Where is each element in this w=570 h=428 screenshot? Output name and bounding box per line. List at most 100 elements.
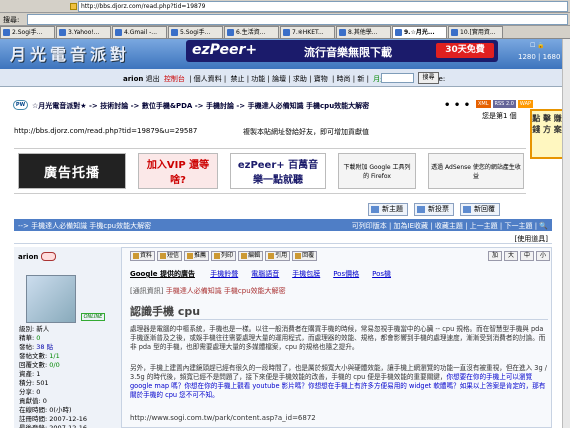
google-ad-link[interactable]: 手機鈴聲 xyxy=(210,270,238,278)
banner-brand: ezPeer+ xyxy=(192,42,258,58)
feed-badges: XML RSS 2.0 WAP xyxy=(476,100,534,108)
thread-url-hint: 複製本貼網址發給好友，即可增加貢獻值 xyxy=(243,128,369,136)
author-stat-value: 0 xyxy=(42,397,47,405)
author-stat: 最後登錄: 2007-12-16 xyxy=(19,424,87,428)
browser-tab[interactable]: 7.※HKET... xyxy=(280,26,335,38)
author-stat-label: 註冊時間: xyxy=(19,415,48,423)
browser-tab[interactable]: 10.[實用資... xyxy=(448,26,503,38)
google-search-input[interactable] xyxy=(381,73,414,83)
post-paragraph-2: 另外，手機上建置內建鏡頭趕已經有很久的一段時間了，也是厲於頻寬大小與硬體效能，讓… xyxy=(130,364,550,400)
post-tool-button[interactable]: 推薦 xyxy=(184,251,210,261)
header-status-icons: ☐ 🔒 xyxy=(530,42,545,49)
author-stat-label: 貢獻值: xyxy=(19,397,41,405)
author-stat: 發帖文數: 1/1 xyxy=(19,352,87,361)
google-ad-link[interactable]: Pos價格 xyxy=(333,270,359,278)
font-size-buttons: 加大中小 xyxy=(487,251,550,261)
author-stat-value: 1/1 xyxy=(49,352,60,360)
search-input[interactable] xyxy=(27,14,568,25)
avatar[interactable] xyxy=(26,275,76,323)
author-stat-value: 0(小時) xyxy=(49,406,72,414)
font-size-button[interactable]: 大 xyxy=(503,251,518,261)
user-menubar: arion 退出 控制台 | 個人資料 | 禁止 | 功能 | 論壇 | 求助 … xyxy=(0,69,570,87)
author-stat-value: 2007-12-16 xyxy=(49,415,88,423)
use-tools-link[interactable]: [使用道具] xyxy=(515,234,548,244)
feed-badge[interactable]: XML xyxy=(476,100,491,108)
breadcrumb-text[interactable]: ☆月光電音派對★ -> 技術討論 -> 數位手機&PDA -> 手機討論 -> … xyxy=(32,101,369,111)
font-size-button[interactable]: 加 xyxy=(487,251,502,261)
thread-links[interactable]: 可列印版本 | 加為IE收藏 | 收藏主題 | 上一主題 | 下一主題 | 🔍 xyxy=(352,221,548,231)
font-size-button[interactable]: 中 xyxy=(519,251,534,261)
author-stat-value: 501 xyxy=(36,379,49,387)
font-size-button[interactable]: 小 xyxy=(535,251,550,261)
ad-placement[interactable]: 廣告托播 xyxy=(18,153,126,189)
post-content: 資料 短信 推薦 列印 編輯 引用 回覆 加大中小 Google 提供的廣告 手機鈴聲 電腦語… xyxy=(126,247,552,428)
google-ad-link[interactable]: 電腦語音 xyxy=(251,270,279,278)
post-tool-button[interactable]: 編輯 xyxy=(238,251,264,261)
post-toolbar: 資料 短信 推薦 列印 編輯 引用 回覆 xyxy=(130,251,318,261)
browser-tab[interactable]: 8.其他學... xyxy=(336,26,391,38)
author-stat: 發帖: 38 貼 xyxy=(19,343,87,352)
author-stat-label: 最後登錄: xyxy=(19,424,48,428)
menu-item-logout[interactable]: 退出 xyxy=(146,75,160,83)
feed-badge[interactable]: WAP xyxy=(517,100,534,108)
thread-header: --> 手機達人必備知識 手機cpu效能大解密 可列印版本 | 加為IE收藏 |… xyxy=(14,219,552,231)
address-bar: http://bbs.djorz.com/read.php?tid=19879 xyxy=(0,0,570,13)
menu-user[interactable]: arion xyxy=(123,75,143,83)
action-buttons: 新主題 新投票 新回覆 xyxy=(368,203,500,216)
author-name[interactable]: arion xyxy=(18,253,38,261)
banner-ad[interactable]: ezPeer+ 流行音樂無限下載 30天免費 xyxy=(186,40,498,62)
browser-tab[interactable]: 4.Gmail -... xyxy=(112,26,167,38)
new-poll-button[interactable]: 新投票 xyxy=(414,203,454,216)
browser-tab[interactable]: 3.Yahoo!... xyxy=(56,26,111,38)
scrollbar[interactable] xyxy=(562,39,570,428)
google-ad-link[interactable]: 手機包膜 xyxy=(292,270,320,278)
post-tool-button[interactable]: 引用 xyxy=(265,251,291,261)
author-stat: 貢獻值: 0 xyxy=(19,397,87,406)
author-stat-label: 發帖文數: xyxy=(19,352,48,360)
address-input[interactable]: http://bbs.djorz.com/read.php?tid=19879 xyxy=(78,1,568,12)
post-tool-button[interactable]: 短信 xyxy=(157,251,183,261)
browser-tab[interactable]: 9.☆月光... xyxy=(392,26,447,38)
author-stat-label: 發帖: xyxy=(19,343,35,351)
google-ad-link[interactable]: Pos機 xyxy=(372,270,391,278)
ad-ezpeer[interactable]: ezPeer+ 百萬音樂一點就聽 xyxy=(230,153,326,189)
author-stat-label: 在線時間: xyxy=(19,406,48,414)
ad-vip[interactable]: 加入VIP 還等啥? xyxy=(138,153,218,189)
menu-item-tools[interactable]: 禁止 | 功能 | 論壇 | 求助 | 寶物 xyxy=(230,75,327,83)
ad-row: 廣告托播 加入VIP 還等啥? ezPeer+ 百萬音樂一點就聽 下載附加 Go… xyxy=(14,148,526,194)
menu-item-fashion[interactable]: | 時尚 | 新 | xyxy=(332,75,369,83)
post-tool-button[interactable]: 回覆 xyxy=(292,251,318,261)
new-reply-button[interactable]: 新回覆 xyxy=(460,203,500,216)
site-logo[interactable]: 月光電音派對 xyxy=(10,41,130,65)
menu-item-profile[interactable]: | 個人資料 | xyxy=(189,75,226,83)
author-stat: 積分: 501 xyxy=(19,379,87,388)
side-ad[interactable]: 點 擊 賺 錢 方 案 xyxy=(530,109,564,159)
author-panel: arion ONLINE 級別: 新人 精華: 0 發帖: 38 貼發帖文數: 1/… xyxy=(14,247,122,428)
browser-tab[interactable]: 2.Sogi手... xyxy=(0,26,55,38)
author-badge-icon xyxy=(41,252,56,261)
author-stat-label: 級別: xyxy=(19,325,35,333)
author-stat: 資產: 1 xyxy=(19,370,87,379)
ad-adsense[interactable]: 透過 AdSense 使您的網站產生收益 xyxy=(428,153,524,189)
post-category[interactable]: [通訊資訊] xyxy=(130,287,163,295)
ad-firefox[interactable]: 下載附加 Google 工具列的 Firefox xyxy=(338,153,416,189)
feed-badge[interactable]: RSS 2.0 xyxy=(492,100,516,108)
google-search-button[interactable]: 搜尋 xyxy=(418,72,439,84)
browser-tab[interactable]: 5.Sogi手... xyxy=(168,26,223,38)
thread-subrow: [使用道具] xyxy=(14,232,552,244)
menu-item-control[interactable]: 控制台 xyxy=(164,75,185,83)
author-stat-label: 資產: xyxy=(19,370,35,378)
post-tool-button[interactable]: 列印 xyxy=(211,251,237,261)
post-paragraph-1: 處理器是電腦的中樞系統，手機也是一樣。以往一般消費者在購買手機的時候，常易忽視手… xyxy=(130,325,546,351)
author-stat-value: 0/0 xyxy=(49,361,60,369)
browser-tab[interactable]: 6.生活資... xyxy=(224,26,279,38)
search-label: 搜尋: xyxy=(3,16,20,24)
banner-badge: 30天免費 xyxy=(436,43,494,58)
post-tool-button[interactable]: 資料 xyxy=(130,251,156,261)
post-source-url[interactable]: http://www.sogi.com.tw/park/content.asp?… xyxy=(130,414,316,422)
new-topic-button[interactable]: 新主題 xyxy=(368,203,408,216)
thread-url[interactable]: http://bbs.djorz.com/read.php?tid=19879&… xyxy=(14,127,197,135)
search-bar: 搜尋: xyxy=(0,13,570,26)
author-stats: 級別: 新人 精華: 0 發帖: 38 貼發帖文數: 1/1 回覆文數: 0/0 資產:… xyxy=(19,325,87,428)
google-ads-label: Google 提供的廣告 xyxy=(130,270,195,278)
